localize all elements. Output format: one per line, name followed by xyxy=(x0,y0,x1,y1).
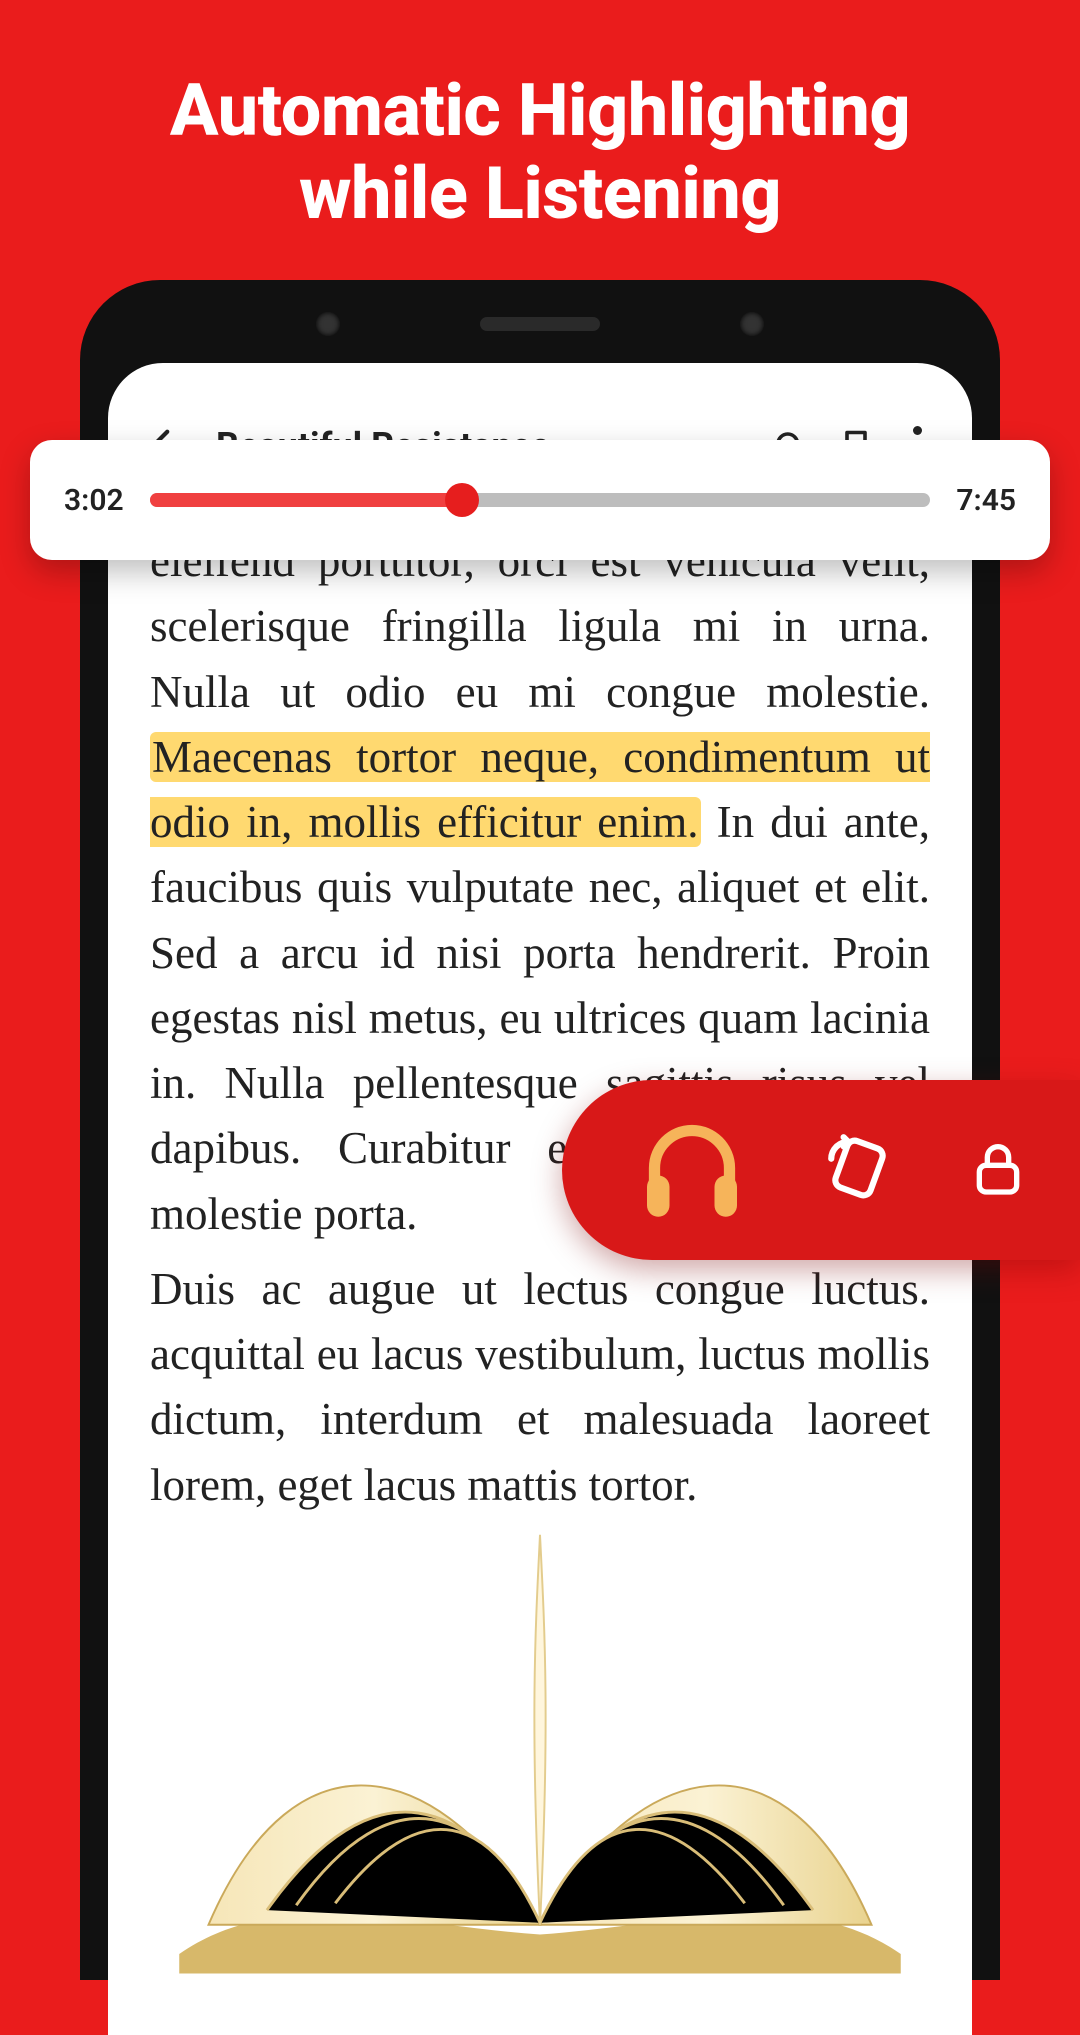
lock-icon[interactable] xyxy=(966,1136,1030,1204)
headline-line-1: Automatic Highlighting xyxy=(170,68,910,153)
progress-fill xyxy=(150,493,462,507)
reader-body[interactable]: eleifend porttitor, orci est vehicula ve… xyxy=(108,499,972,1518)
rotate-icon[interactable] xyxy=(822,1131,896,1209)
phone-hardware-top xyxy=(316,312,764,336)
progress-slider[interactable] xyxy=(150,493,931,507)
audio-progress-card: 3:02 7:45 xyxy=(30,440,1050,560)
text-plain: eleifend porttitor, orci est vehicula ve… xyxy=(150,536,930,717)
marketing-headline: Automatic Highlighting while Listening xyxy=(0,0,1080,236)
progress-thumb-icon[interactable] xyxy=(445,483,479,517)
camera-dot-icon xyxy=(316,312,340,336)
floating-action-pill xyxy=(562,1080,1080,1260)
speaker-slot-icon xyxy=(480,317,600,331)
elapsed-time: 3:02 xyxy=(64,483,124,518)
camera-dot-icon xyxy=(740,312,764,336)
headphones-icon[interactable] xyxy=(632,1108,752,1232)
headline-line-2: while Listening xyxy=(299,151,781,236)
total-time: 7:45 xyxy=(956,483,1016,518)
reader-paragraph: Duis ac augue ut lectus congue luctus. a… xyxy=(150,1257,930,1518)
